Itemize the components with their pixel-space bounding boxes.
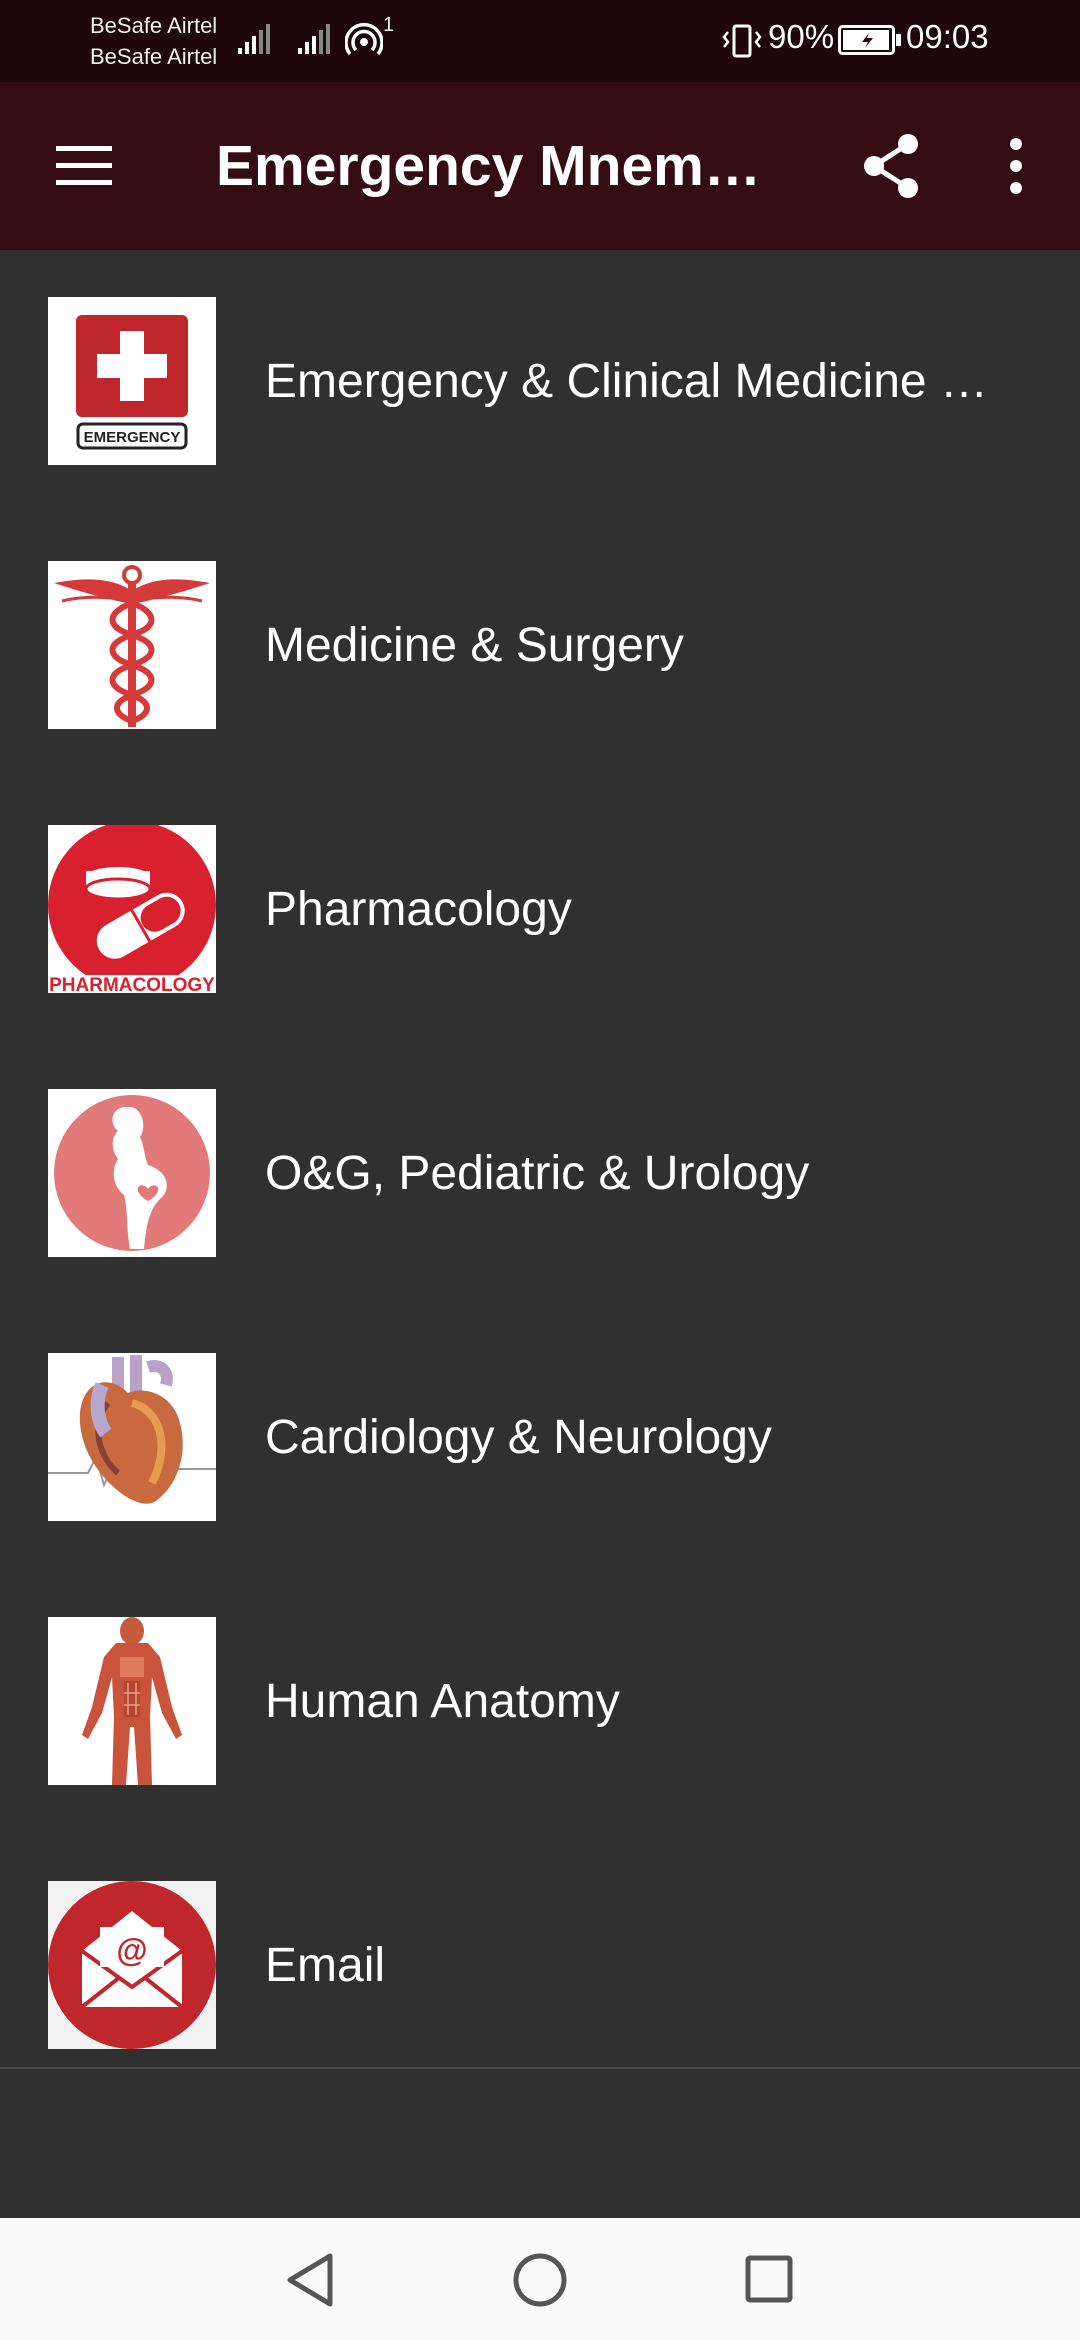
home-button[interactable] xyxy=(506,2246,574,2314)
back-triangle-icon xyxy=(287,2253,333,2307)
clock: 09:03 xyxy=(906,18,989,55)
list-item-label: Medicine & Surgery xyxy=(265,619,684,672)
list-item-medicine-surgery[interactable]: Medicine & Surgery xyxy=(0,514,1080,778)
list-item-label: Emergency & Clinical Medicine Mnemonics xyxy=(265,355,1025,408)
system-nav-bar xyxy=(0,2218,1080,2340)
recents-button[interactable] xyxy=(736,2246,802,2312)
list-item-label: Email xyxy=(265,1939,386,1992)
battery-icon xyxy=(838,25,901,55)
menu-button[interactable] xyxy=(44,126,124,206)
emergency-cross-icon: EMERGENCY xyxy=(48,297,216,465)
share-icon xyxy=(864,134,918,198)
pregnancy-icon xyxy=(48,1089,216,1257)
svg-text:@: @ xyxy=(116,1932,147,1968)
svg-text:EMERGENCY: EMERGENCY xyxy=(84,429,181,446)
signal-icon xyxy=(298,24,330,54)
recents-square-icon xyxy=(745,2255,793,2303)
share-button[interactable] xyxy=(852,126,932,206)
caduceus-icon xyxy=(48,561,216,729)
list-item-label: O&G, Pediatric & Urology xyxy=(265,1147,810,1200)
pill-capsule-icon: PHARMACOLOGY xyxy=(48,825,216,993)
carrier-1: BeSafe Airtel xyxy=(90,13,218,38)
list-item-label: Cardiology & Neurology xyxy=(265,1411,772,1464)
carrier-names: BeSafe Airtel BeSafe Airtel xyxy=(90,10,217,72)
svg-text:PHARMACOLOGY: PHARMACOLOGY xyxy=(49,975,215,993)
more-options-button[interactable] xyxy=(986,126,1046,206)
vibrate-icon xyxy=(722,24,762,58)
list-item-email[interactable]: @ Email xyxy=(0,1834,1080,2098)
list-item-emergency[interactable]: EMERGENCY Emergency & Clinical Medicine … xyxy=(0,250,1080,514)
carrier-2: BeSafe Airtel xyxy=(90,44,218,69)
hamburger-menu-icon xyxy=(56,146,112,185)
heart-anatomy-icon xyxy=(48,1353,216,1521)
signal-icon xyxy=(238,24,270,54)
list-item-label: Human Anatomy xyxy=(265,1675,620,1728)
menu-list: EMERGENCY Emergency & Clinical Medicine … xyxy=(0,250,1080,2098)
list-item-label: Pharmacology xyxy=(265,883,572,936)
list-item-pharmacology[interactable]: PHARMACOLOGY Pharmacology xyxy=(0,778,1080,1042)
back-button[interactable] xyxy=(276,2248,346,2312)
app-bar: Emergency Mnemonics xyxy=(0,82,1080,250)
more-vert-icon xyxy=(1010,138,1022,194)
list-item-cardiology-neurology[interactable]: Cardiology & Neurology xyxy=(0,1306,1080,1570)
hotspot-count: 1 xyxy=(383,14,395,36)
hotspot-icon xyxy=(345,23,383,56)
list-item-og-pediatric-urology[interactable]: O&G, Pediatric & Urology xyxy=(0,1042,1080,1306)
list-divider xyxy=(0,2067,1080,2069)
status-bar: BeSafe Airtel BeSafe Airtel 1 90% 09:03 xyxy=(0,0,1080,82)
muscle-anatomy-icon xyxy=(48,1617,216,1785)
page-title: Emergency Mnemonics xyxy=(216,134,786,198)
battery-percent: 90% xyxy=(768,18,835,55)
list-item-human-anatomy[interactable]: Human Anatomy xyxy=(0,1570,1080,1834)
email-envelope-icon: @ xyxy=(48,1881,216,2049)
home-circle-icon xyxy=(513,2253,567,2307)
